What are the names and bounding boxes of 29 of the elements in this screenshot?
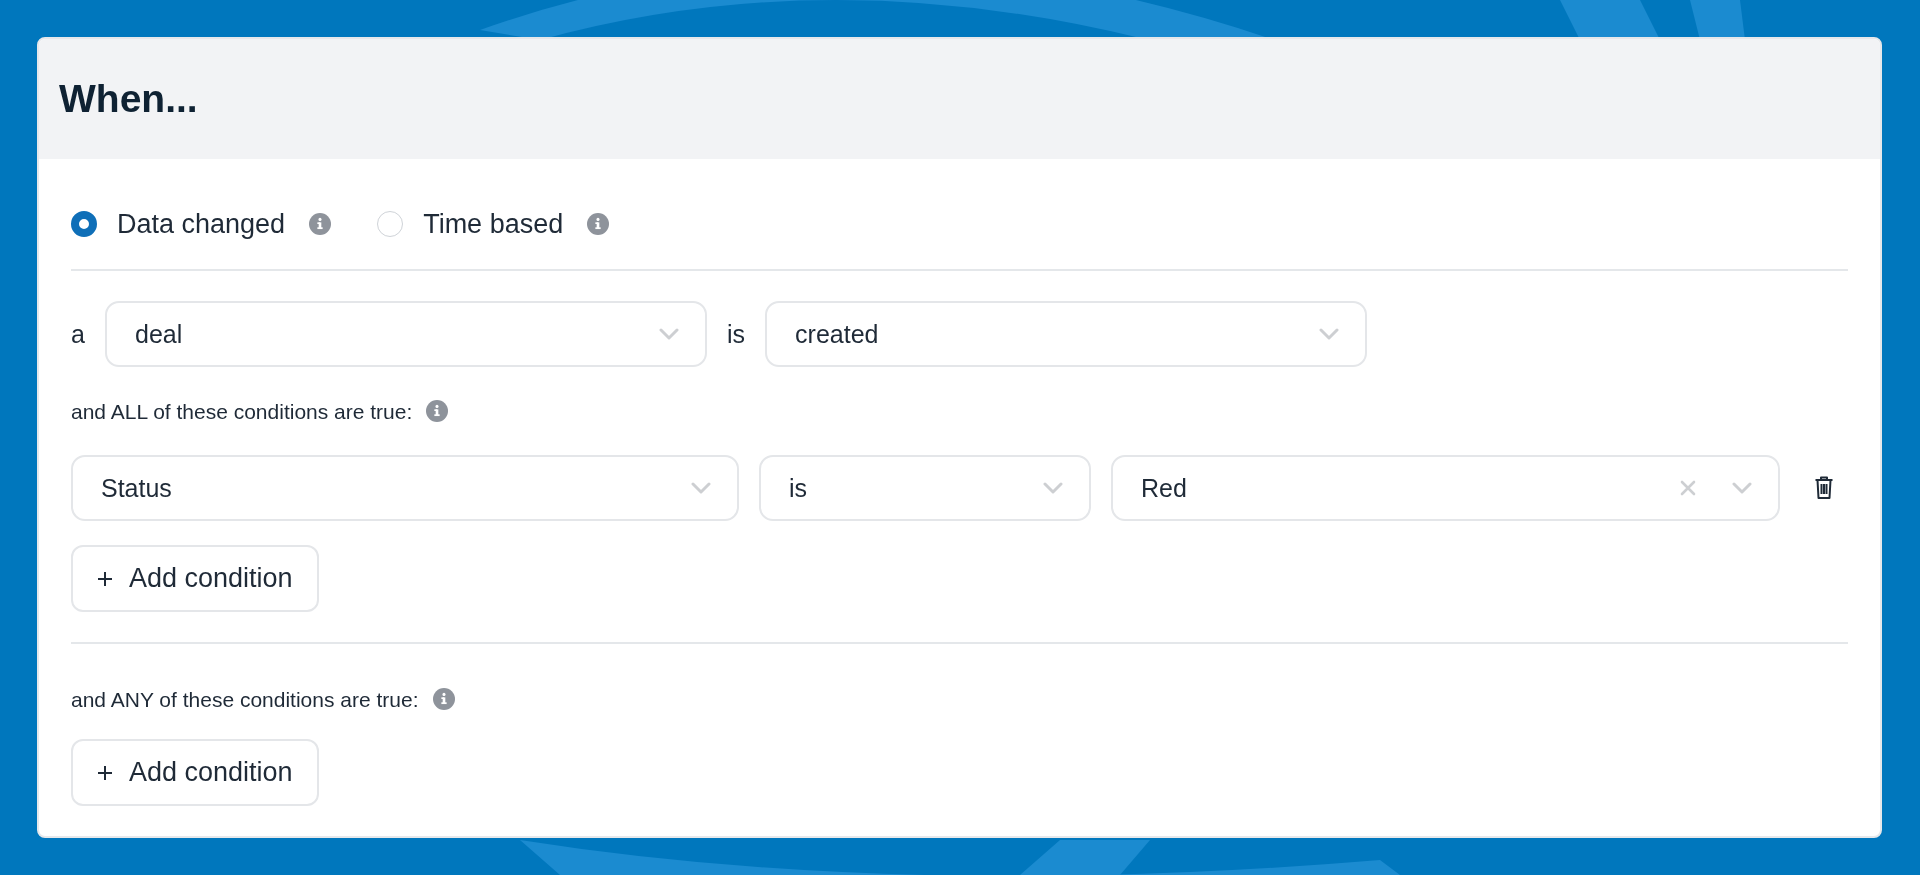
verb-text: is bbox=[727, 319, 746, 349]
info-icon[interactable] bbox=[309, 213, 332, 235]
add-condition-button[interactable]: Add condition bbox=[71, 545, 319, 612]
plus-icon bbox=[97, 570, 113, 587]
chevron-down-icon[interactable] bbox=[1732, 482, 1752, 494]
field-select[interactable]: Status bbox=[71, 455, 739, 521]
object-select[interactable]: deal bbox=[105, 301, 707, 367]
radio-button[interactable] bbox=[71, 211, 97, 237]
chevron-down-icon[interactable] bbox=[1319, 328, 1340, 340]
background-arc bbox=[1690, 0, 1745, 40]
event-select[interactable]: created bbox=[765, 301, 1368, 367]
chevron-down-icon[interactable] bbox=[1043, 482, 1063, 494]
radio-label[interactable]: Data changed bbox=[117, 208, 286, 240]
info-icon[interactable] bbox=[426, 400, 449, 422]
add-condition-button[interactable]: Add condition bbox=[71, 739, 319, 806]
clear-icon[interactable] bbox=[1680, 480, 1696, 496]
card-title: When... bbox=[59, 77, 198, 121]
plus-icon bbox=[97, 764, 113, 781]
operator-select[interactable]: is bbox=[759, 455, 1091, 521]
section-label: and ANY of these conditions are true: bbox=[71, 687, 419, 712]
prefix-text: a bbox=[71, 319, 86, 349]
radio-label[interactable]: Time based bbox=[423, 208, 564, 240]
info-icon[interactable] bbox=[432, 688, 455, 710]
chevron-down-icon[interactable] bbox=[659, 328, 679, 340]
section-label: and ALL of these conditions are true: bbox=[71, 399, 413, 424]
chevron-down-icon[interactable] bbox=[691, 482, 711, 494]
info-icon[interactable] bbox=[587, 213, 610, 235]
value-select[interactable]: Red bbox=[1111, 455, 1780, 521]
trash-icon[interactable] bbox=[1814, 476, 1834, 500]
